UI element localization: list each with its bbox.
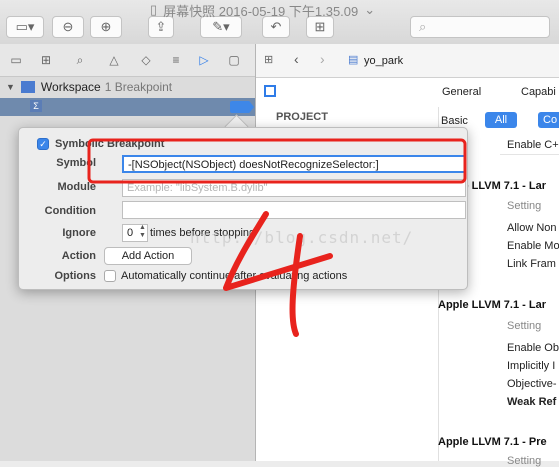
red-highlight-box — [87, 138, 467, 184]
handwritten-four-stroke-2 — [289, 233, 303, 337]
handwritten-four-stroke-1 — [223, 211, 333, 291]
annotation-overlay — [87, 138, 467, 337]
